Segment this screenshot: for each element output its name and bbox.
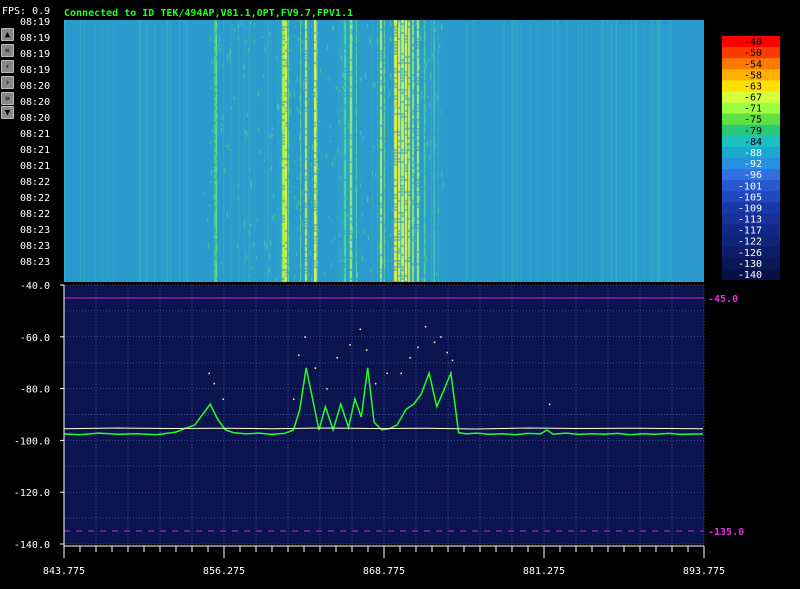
peak-hold-point [446,351,449,354]
lower-threshold-label: -135.0 [708,527,744,538]
timestamp-label: 08:21 [20,145,51,156]
y-tick-label: -40.0 [20,282,50,292]
timestamp-label: 08:19 [20,33,51,44]
color-level-label: -63 [744,81,762,92]
color-level-label: -130 [738,259,762,270]
peak-hold-point [365,349,368,351]
y-tick-label: -140.0 [14,540,50,551]
peak-hold-point [336,357,338,359]
up-icon: ▲ [4,30,11,40]
down-icon: ▼ [4,108,11,118]
x-tick-label: 868.775 [363,566,405,577]
peak-hold-point [298,354,300,356]
color-level-label: -92 [744,159,762,170]
timestamp-label: 08:22 [20,177,51,188]
fps-readout: FPS: 0.9 [2,6,51,17]
x-tick-label: 856.275 [203,566,245,577]
color-level-label: -67 [744,93,762,104]
forward-icon: › [4,78,11,88]
back-icon: ‹ [4,62,11,72]
peak-hold-point [386,372,388,375]
x-tick-label: 893.775 [683,566,725,577]
peak-hold-point [222,398,225,400]
scroll-down-button[interactable]: ▼ [1,106,14,119]
y-tick-label: -120.0 [14,488,50,499]
color-level-label: -109 [738,203,762,214]
timestamp-label: 08:22 [20,209,51,220]
peak-hold-point [424,325,427,328]
x-tick-label: 843.775 [43,566,85,577]
color-level-label: -126 [738,248,762,259]
x-tick-label: 881.275 [523,566,565,577]
color-level-label: -101 [738,181,762,192]
timestamp-label: 08:19 [20,49,51,60]
peak-hold-point [374,382,377,385]
timestamp-label: 08:19 [20,17,51,28]
y-tick-label: -80.0 [20,385,50,396]
waterfall-display[interactable] [64,20,704,282]
color-level-label: -88 [744,148,762,159]
peak-hold-point [440,336,442,338]
rewind-button[interactable]: « [1,44,14,57]
peak-hold-point [548,403,551,406]
color-level-label: -71 [744,104,762,115]
color-level-label: -122 [738,237,762,248]
peak-hold-point [409,357,411,359]
peak-hold-point [451,359,454,362]
color-level-label: -75 [744,115,762,126]
color-level-label: -140 [738,270,762,280]
peak-hold-point [400,372,402,375]
timestamp-label: 08:20 [20,97,51,108]
timestamp-label: 08:20 [20,113,51,124]
connection-status: Connected to ID TEK/494AP,V81.1,OPT,FV9.… [64,8,353,19]
color-level-label: -105 [738,192,762,203]
timestamp-label: 08:21 [20,129,51,140]
color-scale-legend: -40-50-54-58-63-67-71-75-79-84-88-92-96-… [722,36,780,280]
peak-hold-point [213,382,216,385]
peak-hold-point [292,398,295,400]
peak-hold-point [208,372,210,375]
timestamp-label: 08:23 [20,241,51,252]
peak-hold-point [433,341,436,343]
peak-hold-point [326,388,328,390]
peak-hold-point [359,328,361,331]
color-level-label: -117 [738,226,762,237]
timestamp-label: 08:21 [20,161,51,172]
color-level-label: -113 [738,215,762,226]
color-level-label: -84 [744,137,762,148]
spectrum-plot[interactable]: -45.0 -135.0 -40.0 -60.0 -80.0 -100.0 -120.0 -1… [0,282,800,589]
color-level-label: -58 [744,70,762,81]
y-tick-label: -60.0 [20,333,50,344]
upper-threshold-label: -45.0 [708,294,738,305]
timestamp-label: 08:20 [20,81,51,92]
fast-forward-button[interactable]: » [1,92,14,105]
scroll-up-button[interactable]: ▲ [1,28,14,41]
timestamp-label: 08:23 [20,225,51,236]
fast-forward-icon: » [4,94,11,104]
color-level-label: -96 [744,170,762,181]
timestamp-label: 08:22 [20,193,51,204]
color-level-label: -79 [744,126,762,137]
peak-hold-point [417,346,419,349]
step-forward-button[interactable]: › [1,76,14,89]
color-level-label: -40 [744,37,762,48]
timestamp-label: 08:23 [20,257,51,268]
y-tick-label: -100.0 [14,436,50,447]
peak-hold-point [304,336,306,338]
peak-hold-point [314,367,317,369]
color-level-label: -50 [744,48,762,59]
rewind-icon: « [4,46,11,56]
peak-hold-point [349,344,351,346]
step-back-button[interactable]: ‹ [1,60,14,73]
timestamp-label: 08:19 [20,65,51,76]
color-level-label: -54 [744,59,762,70]
